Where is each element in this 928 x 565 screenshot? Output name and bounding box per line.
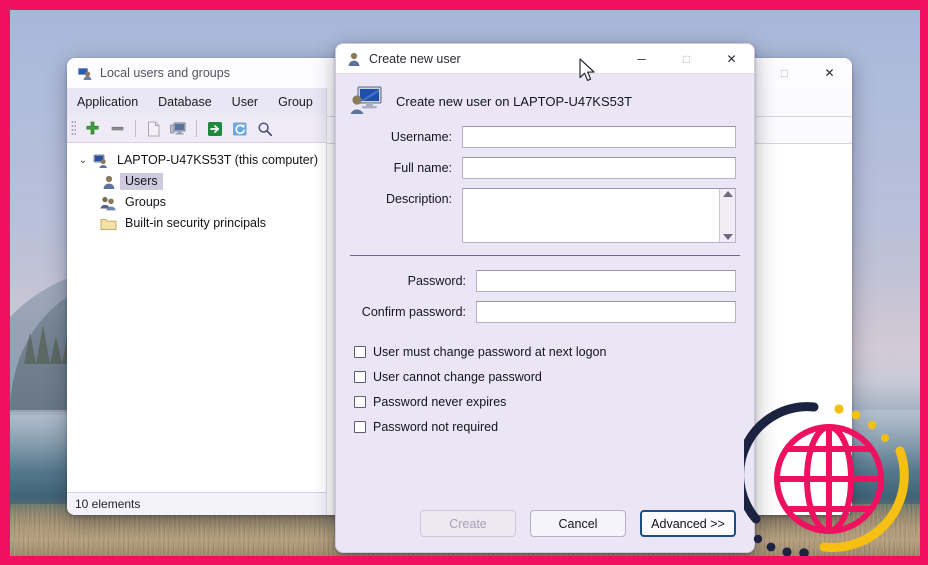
checkbox-row-cannot-change-password[interactable]: User cannot change password	[336, 370, 754, 384]
dialog-maximize-button[interactable]: □	[664, 44, 709, 73]
create-button[interactable]: Create	[420, 510, 516, 537]
checkbox-password-never-expires[interactable]	[354, 396, 366, 408]
search-icon[interactable]	[254, 118, 275, 139]
confirm-password-input[interactable]	[476, 301, 736, 323]
group-icon	[99, 195, 118, 211]
bgwin-title: Local users and groups	[100, 66, 230, 80]
dialog-header-text: Create new user on LAPTOP-U47KS53T	[396, 93, 633, 109]
menu-database[interactable]: Database	[158, 95, 212, 109]
go-arrow-icon[interactable]	[204, 118, 225, 139]
tree-item-root[interactable]: ⌄ LAPTOP-U47KS53T (this computer)	[67, 150, 326, 171]
form-row-password: Password:	[336, 270, 754, 292]
status-bar-text: 10 elements	[75, 497, 141, 511]
tree-item-groups-label: Groups	[125, 195, 166, 209]
description-input[interactable]	[462, 188, 736, 243]
menu-group[interactable]: Group	[278, 95, 313, 109]
description-text-area[interactable]	[463, 189, 719, 242]
checkbox-row-password-never-expires[interactable]: Password never expires	[336, 395, 754, 409]
confirm-password-label: Confirm password:	[361, 305, 466, 319]
dialog-header: Create new user on LAPTOP-U47KS53T	[336, 74, 754, 126]
form-row-confirm-password: Confirm password:	[336, 301, 754, 323]
menu-application[interactable]: Application	[77, 95, 138, 109]
scroll-down-arrow-icon[interactable]	[722, 234, 733, 240]
checkbox-cannot-change-password[interactable]	[354, 371, 366, 383]
users-groups-icon	[78, 68, 92, 80]
checkbox-password-never-expires-label: Password never expires	[373, 395, 507, 409]
folder-icon	[99, 217, 118, 231]
dialog-minimize-button[interactable]: ─	[619, 44, 664, 73]
form-row-username: Username:	[336, 126, 754, 148]
menubar[interactable]: Application Database User Group	[67, 88, 326, 115]
password-label: Password:	[407, 274, 466, 288]
dialog-titlebar[interactable]: Create new user ─ □ ✕	[336, 44, 754, 74]
create-new-user-dialog[interactable]: Create new user ─ □ ✕ Create new user on…	[335, 43, 755, 553]
chevron-down-icon[interactable]: ⌄	[75, 155, 91, 166]
description-label: Description:	[386, 192, 452, 206]
tree-item-users[interactable]: Users	[67, 171, 326, 192]
fullname-input[interactable]	[462, 157, 736, 179]
username-label: Username:	[390, 130, 452, 144]
user-icon	[348, 52, 360, 66]
new-document-icon[interactable]	[143, 118, 164, 139]
desktop-wallpaper: Local users and groups □ ✕ Application D…	[10, 10, 920, 556]
checkbox-row-password-not-required[interactable]: Password not required	[336, 420, 754, 434]
dialog-window-controls[interactable]: ─ □ ✕	[619, 44, 754, 73]
tree-item-users-label: Users	[120, 173, 163, 190]
dialog-title: Create new user	[369, 51, 461, 66]
remove-icon[interactable]	[107, 118, 128, 139]
cancel-button[interactable]: Cancel	[530, 510, 626, 537]
checkbox-row-must-change-password[interactable]: User must change password at next logon	[336, 345, 754, 359]
checkbox-cannot-change-password-label: User cannot change password	[373, 370, 542, 384]
bgwin-close-button[interactable]: ✕	[807, 58, 852, 88]
checkbox-must-change-password[interactable]	[354, 346, 366, 358]
fullname-label: Full name:	[393, 161, 452, 175]
tree-item-builtin-security-principals[interactable]: Built-in security principals	[67, 213, 326, 234]
toolbar-separator	[196, 120, 197, 137]
computer-users-icon	[91, 153, 110, 169]
tree-view[interactable]: ⌄ LAPTOP-U47KS53T (this computer) Users …	[67, 143, 326, 492]
refresh-icon[interactable]	[229, 118, 250, 139]
dialog-button-row: Create Cancel Advanced >>	[336, 510, 754, 537]
tree-item-root-label: LAPTOP-U47KS53T (this computer)	[117, 153, 319, 167]
scroll-up-arrow-icon[interactable]	[722, 191, 733, 197]
status-bar: 10 elements	[67, 492, 326, 515]
tree-item-builtin-label: Built-in security principals	[125, 216, 267, 230]
toolbar-grip[interactable]	[71, 120, 76, 137]
dialog-body: Create new user on LAPTOP-U47KS53T Usern…	[336, 74, 754, 551]
password-input[interactable]	[476, 270, 736, 292]
bgwin-left-pane: Application Database User Group ⌄ LAPTOP…	[67, 88, 326, 515]
username-input[interactable]	[462, 126, 736, 148]
add-icon[interactable]	[82, 118, 103, 139]
description-scrollbar[interactable]	[719, 189, 735, 242]
form-separator	[350, 255, 740, 256]
page-frame: Local users and groups □ ✕ Application D…	[0, 0, 928, 565]
dialog-close-button[interactable]: ✕	[709, 44, 754, 73]
user-icon	[99, 174, 118, 190]
toolbar-separator	[135, 120, 136, 137]
toolbar[interactable]	[67, 115, 326, 143]
bgwin-window-controls[interactable]: □ ✕	[762, 58, 852, 88]
form-row-description: Description:	[336, 188, 754, 243]
computer-icon[interactable]	[168, 118, 189, 139]
bgwin-maximize-button[interactable]: □	[762, 58, 807, 88]
computer-user-icon	[350, 86, 382, 114]
checkbox-password-not-required[interactable]	[354, 421, 366, 433]
tree-item-groups[interactable]: Groups	[67, 192, 326, 213]
checkbox-password-not-required-label: Password not required	[373, 420, 499, 434]
menu-user[interactable]: User	[232, 95, 258, 109]
form-row-fullname: Full name:	[336, 157, 754, 179]
advanced-button[interactable]: Advanced >>	[640, 510, 736, 537]
checkbox-must-change-password-label: User must change password at next logon	[373, 345, 607, 359]
